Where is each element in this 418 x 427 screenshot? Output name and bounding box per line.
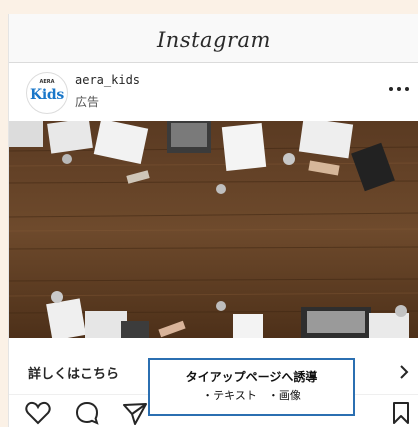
instagram-ad-card: Instagram AERA Kids aera_kids 広告 詳しくはこちら… [8, 14, 418, 427]
username[interactable]: aera_kids [75, 73, 140, 87]
instagram-logo[interactable]: Instagram [157, 28, 271, 52]
heart-icon[interactable] [25, 401, 51, 427]
chevron-right-icon[interactable] [399, 364, 409, 383]
learn-more-link[interactable]: 詳しくはこちら [28, 363, 119, 382]
post-header: AERA Kids aera_kids 広告 [9, 63, 418, 121]
annotation-title: タイアップページへ誘導 [185, 370, 318, 384]
desk-meeting-photo [9, 121, 418, 338]
bookmark-icon[interactable] [392, 401, 410, 427]
avatar-brand-text: Kids [30, 87, 64, 103]
post-image[interactable] [9, 121, 418, 338]
sponsored-label: 広告 [75, 95, 100, 109]
comment-icon[interactable] [75, 401, 101, 427]
more-options-icon[interactable] [389, 87, 409, 93]
action-bar [9, 395, 418, 427]
avatar[interactable]: AERA Kids [26, 72, 68, 114]
cta-bar[interactable]: 詳しくはこちら タイアップページへ誘導 ・テキスト ・画像 [9, 338, 418, 416]
app-header: Instagram [9, 14, 418, 63]
avatar-mark: AERA [39, 79, 55, 85]
send-icon[interactable] [122, 401, 148, 427]
